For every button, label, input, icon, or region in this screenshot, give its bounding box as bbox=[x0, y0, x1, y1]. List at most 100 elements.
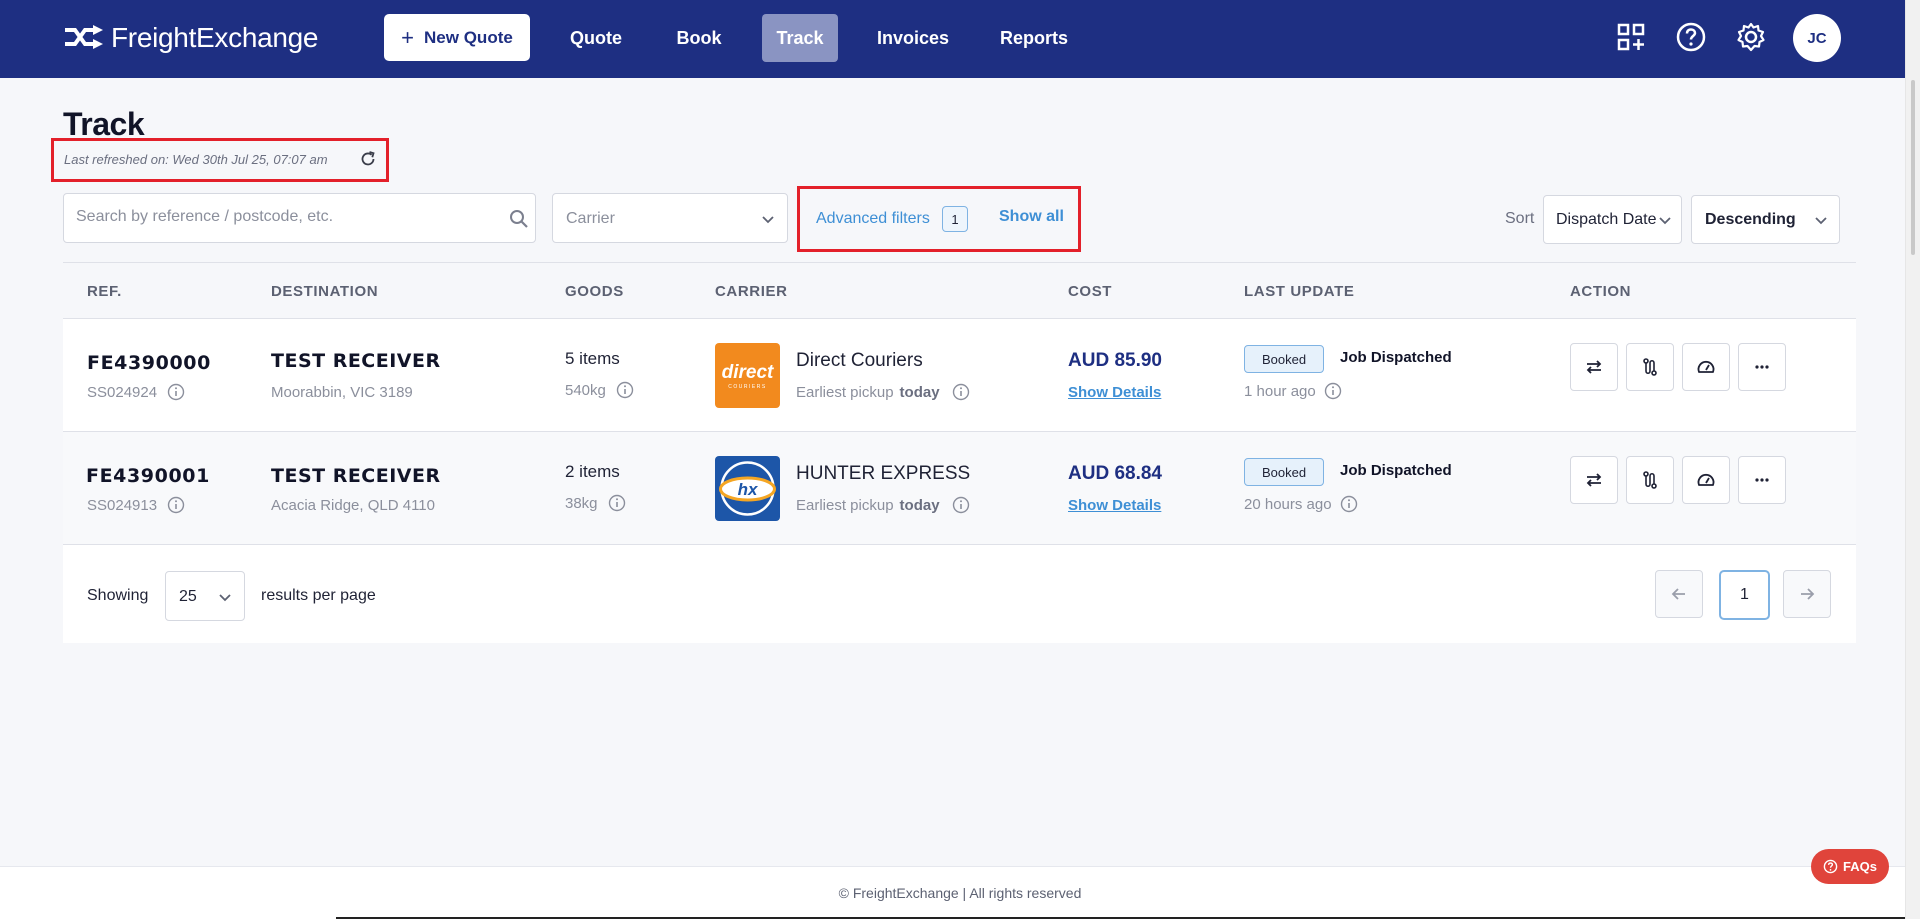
header-carrier: CARRIER bbox=[715, 283, 788, 300]
track-action-button[interactable] bbox=[1682, 456, 1730, 504]
hunter-express-logo: hx bbox=[715, 456, 780, 521]
sub-ref-text: SS024913 bbox=[87, 496, 158, 514]
gauge-icon bbox=[1697, 473, 1715, 486]
logo-subtext: COURIERS bbox=[728, 384, 766, 390]
swap-action-button[interactable] bbox=[1570, 456, 1618, 504]
sub-ref-text: SS024924 bbox=[87, 383, 158, 401]
arrow-left-icon bbox=[1671, 588, 1685, 600]
sort-order-select[interactable]: Descending bbox=[1691, 195, 1840, 244]
showing-label: Showing bbox=[87, 587, 149, 604]
header-cost: COST bbox=[1068, 283, 1113, 300]
goods-count: 5 items bbox=[565, 349, 620, 368]
sort-order-value: Descending bbox=[1705, 211, 1796, 228]
logo-icon bbox=[65, 25, 103, 49]
page-number-current[interactable]: 1 bbox=[1719, 570, 1770, 620]
header-action: ACTION bbox=[1570, 283, 1632, 300]
pickup-day: today bbox=[899, 383, 940, 401]
app-logo[interactable]: FreightExchange bbox=[63, 20, 318, 56]
route-action-button[interactable] bbox=[1626, 343, 1674, 391]
info-icon[interactable] bbox=[1324, 382, 1342, 400]
header-goods: GOODS bbox=[565, 283, 624, 300]
show-details-link[interactable]: Show Details bbox=[1068, 497, 1161, 514]
chevron-down-icon bbox=[1659, 217, 1671, 225]
search-icon[interactable] bbox=[508, 208, 530, 230]
update-time-text: 1 hour ago bbox=[1244, 382, 1316, 400]
faqs-label: FAQs bbox=[1843, 859, 1877, 874]
more-actions-button[interactable] bbox=[1738, 343, 1786, 391]
logo-text: direct bbox=[722, 362, 774, 383]
info-icon[interactable] bbox=[952, 383, 970, 401]
user-avatar[interactable]: JC bbox=[1793, 14, 1841, 62]
show-details-link[interactable]: Show Details bbox=[1068, 384, 1161, 401]
destination-address: Acacia Ridge, QLD 4110 bbox=[271, 497, 435, 514]
chevron-down-icon bbox=[762, 216, 774, 224]
help-icon[interactable] bbox=[1674, 20, 1708, 54]
route-action-button[interactable] bbox=[1626, 456, 1674, 504]
last-refreshed-text: Last refreshed on: Wed 30th Jul 25, 07:0… bbox=[64, 152, 328, 167]
more-dots-icon bbox=[1755, 365, 1769, 369]
info-icon[interactable] bbox=[167, 383, 185, 401]
sort-label: Sort bbox=[1505, 210, 1535, 227]
new-quote-label: New Quote bbox=[424, 27, 513, 47]
table-row[interactable]: FE4390001 SS024913 TEST RECEIVER Acacia … bbox=[63, 432, 1856, 545]
previous-page-button[interactable] bbox=[1655, 570, 1703, 618]
destination-address: Moorabbin, VIC 3189 bbox=[271, 384, 413, 401]
new-quote-button[interactable]: + New Quote bbox=[384, 14, 530, 61]
nav-book[interactable]: Book bbox=[666, 14, 732, 62]
per-page-label: results per page bbox=[261, 587, 376, 604]
info-icon[interactable] bbox=[608, 494, 626, 512]
show-all-link[interactable]: Show all bbox=[999, 208, 1064, 226]
sort-field-select[interactable]: Dispatch Date bbox=[1543, 195, 1682, 244]
nav-invoices[interactable]: Invoices bbox=[870, 14, 956, 62]
last-update-title: Job Dispatched bbox=[1340, 349, 1452, 366]
refresh-icon[interactable] bbox=[358, 149, 378, 169]
advanced-filters-link[interactable]: Advanced filters bbox=[816, 210, 930, 228]
nav-quote[interactable]: Quote bbox=[560, 14, 632, 62]
direct-couriers-logo: direct COURIERS bbox=[715, 343, 780, 408]
shipment-cost: AUD 85.90 bbox=[1068, 350, 1162, 371]
earliest-pickup: Earliest pickup today bbox=[796, 496, 970, 514]
last-update-time: 20 hours ago bbox=[1244, 495, 1358, 513]
nav-reports[interactable]: Reports bbox=[992, 14, 1076, 62]
help-circle-icon bbox=[1823, 859, 1838, 874]
shipment-ref[interactable]: FE4390000 bbox=[87, 352, 211, 374]
status-badge: Booked bbox=[1244, 458, 1324, 486]
weight-text: 540kg bbox=[565, 381, 606, 399]
shipment-sub-ref: SS024924 bbox=[87, 383, 185, 401]
sort-field-value: Dispatch Date bbox=[1556, 211, 1656, 228]
info-icon[interactable] bbox=[616, 381, 634, 399]
more-actions-button[interactable] bbox=[1738, 456, 1786, 504]
apps-add-icon[interactable] bbox=[1614, 20, 1648, 54]
header-last-update: LAST UPDATE bbox=[1244, 283, 1355, 300]
settings-gear-icon[interactable] bbox=[1734, 20, 1768, 54]
per-page-select[interactable]: 25 bbox=[165, 571, 245, 621]
swap-icon bbox=[1586, 360, 1602, 374]
gauge-icon bbox=[1697, 360, 1715, 373]
carrier-select-value: Carrier bbox=[566, 210, 615, 227]
carrier-select[interactable]: Carrier bbox=[552, 193, 788, 243]
pickup-label: Earliest pickup bbox=[796, 383, 894, 401]
info-icon[interactable] bbox=[167, 496, 185, 514]
scrollbar-thumb[interactable] bbox=[1911, 80, 1915, 255]
carrier-name: HUNTER EXPRESS bbox=[796, 463, 971, 484]
track-action-button[interactable] bbox=[1682, 343, 1730, 391]
goods-weight: 540kg bbox=[565, 381, 634, 399]
shipment-ref[interactable]: FE4390001 bbox=[86, 465, 210, 487]
pickup-label: Earliest pickup bbox=[796, 496, 894, 514]
app-name: FreightExchange bbox=[111, 22, 319, 53]
info-icon[interactable] bbox=[1340, 495, 1358, 513]
shipments-table: REF. DESTINATION GOODS CARRIER COST LAST… bbox=[63, 262, 1856, 643]
faqs-button[interactable]: FAQs bbox=[1811, 849, 1889, 884]
carrier-name: Direct Couriers bbox=[796, 350, 923, 371]
table-row[interactable]: FE4390000 SS024924 TEST RECEIVER Moorabb… bbox=[63, 319, 1856, 432]
shipment-sub-ref: SS024913 bbox=[87, 496, 185, 514]
swap-action-button[interactable] bbox=[1570, 343, 1618, 391]
more-dots-icon bbox=[1755, 478, 1769, 482]
destination-name: TEST RECEIVER bbox=[271, 350, 441, 372]
info-icon[interactable] bbox=[952, 496, 970, 514]
next-page-button[interactable] bbox=[1783, 570, 1831, 618]
search-input[interactable] bbox=[76, 208, 476, 226]
nav-track[interactable]: Track bbox=[762, 14, 838, 62]
route-icon bbox=[1643, 358, 1657, 376]
header-destination: DESTINATION bbox=[271, 283, 379, 300]
